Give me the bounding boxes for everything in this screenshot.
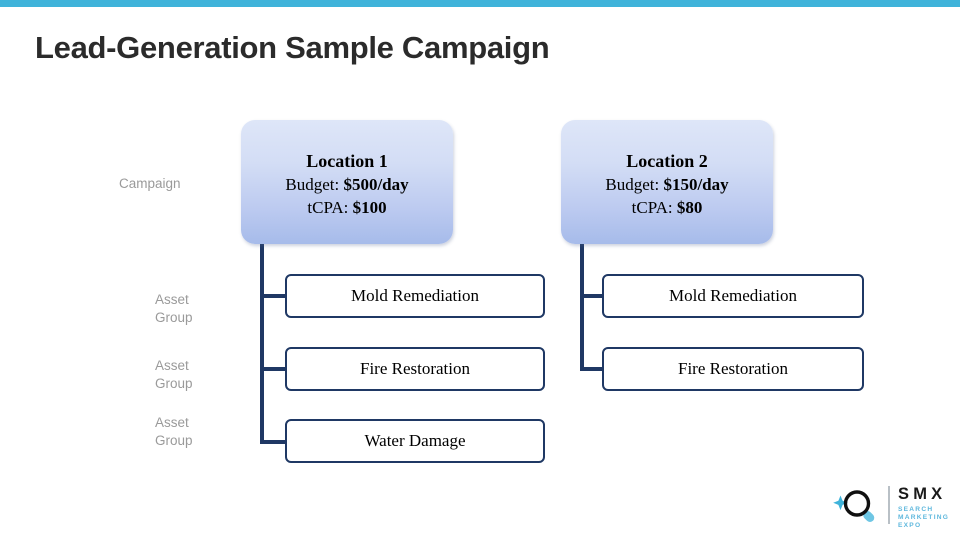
asset-group-box[interactable]: Water Damage [285, 419, 545, 463]
campaign-budget-line: Budget: $500/day [241, 173, 453, 196]
logo-wordmark: SMX [898, 485, 947, 503]
campaign-tcpa-value: $100 [352, 198, 387, 217]
row-label-asset-group-3: Asset Group [155, 415, 193, 448]
campaign-card-location-1[interactable]: Location 1 Budget: $500/day tCPA: $100 [241, 120, 453, 244]
logo-tagline: SEARCH MARKETING EXPO [898, 506, 950, 530]
magnifying-glass-icon [833, 490, 875, 523]
campaign-budget-label: Budget: [285, 175, 340, 194]
campaign-card-title: Location 2 [626, 151, 708, 171]
campaign-budget-line: Budget: $150/day [561, 173, 773, 196]
campaign-card-title: Location 1 [306, 151, 388, 171]
connector-branch-location-2-asset-1 [580, 294, 604, 298]
campaign-tcpa-label: tCPA: [631, 198, 673, 217]
connector-branch-location-2-asset-2 [580, 367, 604, 371]
campaign-tcpa-label: tCPA: [307, 198, 349, 217]
campaign-budget-value: $500/day [343, 175, 409, 194]
campaign-tcpa-value: $80 [676, 198, 703, 217]
campaign-tcpa-line: tCPA: $80 [561, 196, 773, 219]
connector-branch-location-1-asset-3 [260, 440, 287, 444]
asset-group-box[interactable]: Fire Restoration [285, 347, 545, 391]
campaign-card-location-2[interactable]: Location 2 Budget: $150/day tCPA: $80 [561, 120, 773, 244]
connector-trunk-location-2 [580, 244, 584, 371]
campaign-budget-label: Budget: [605, 175, 660, 194]
connector-branch-location-1-asset-2 [260, 367, 287, 371]
asset-group-box[interactable]: Fire Restoration [602, 347, 864, 391]
campaign-budget-value: $150/day [663, 175, 729, 194]
connector-trunk-location-1 [260, 244, 264, 444]
campaign-tcpa-line: tCPA: $100 [241, 196, 453, 219]
page-title: Lead-Generation Sample Campaign [35, 30, 550, 65]
row-label-campaign: Campaign [119, 176, 181, 191]
logo-divider [888, 486, 890, 524]
top-accent-bar [0, 0, 960, 7]
row-label-asset-group-1: Asset Group [155, 292, 193, 325]
asset-group-box[interactable]: Mold Remediation [285, 274, 545, 318]
connector-branch-location-1-asset-1 [260, 294, 287, 298]
row-label-asset-group-2: Asset Group [155, 358, 193, 391]
asset-group-box[interactable]: Mold Remediation [602, 274, 864, 318]
smx-logo: SMX SEARCH MARKETING EXPO [828, 481, 954, 531]
